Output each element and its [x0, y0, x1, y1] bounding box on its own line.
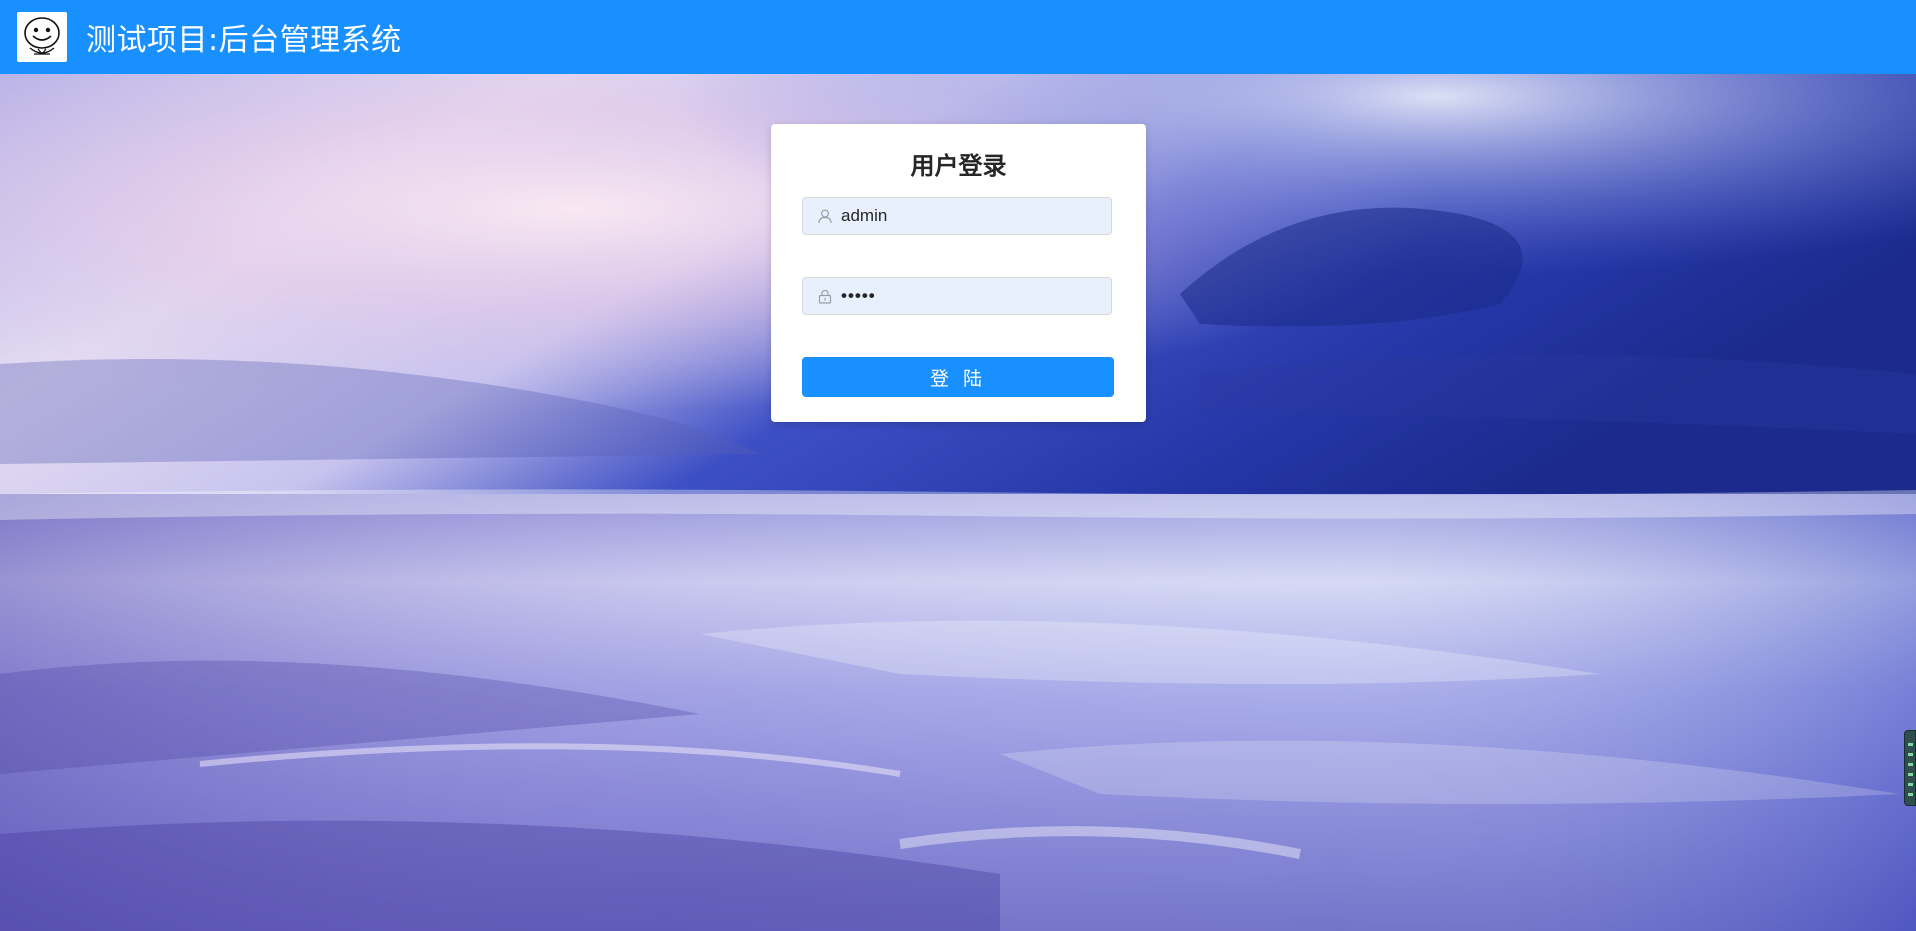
smiley-face-logo-icon: [17, 12, 67, 62]
side-widget-handle[interactable]: [1904, 730, 1916, 806]
password-input[interactable]: [839, 285, 1103, 307]
user-icon: [817, 208, 833, 224]
login-title: 用户登录: [910, 152, 1007, 180]
login-button[interactable]: 登 陆: [802, 357, 1114, 397]
password-field[interactable]: [802, 277, 1112, 315]
login-card: 用户登录 登 陆: [771, 124, 1146, 422]
username-field[interactable]: [802, 197, 1112, 235]
app-title: 测试项目:后台管理系统: [86, 23, 402, 58]
login-page: 测试项目:后台管理系统 用户登录 admin ••••• 登 陆: [0, 0, 1916, 931]
lock-icon: [817, 288, 833, 304]
top-header: 测试项目:后台管理系统: [0, 0, 1916, 74]
username-input[interactable]: [839, 205, 1103, 227]
